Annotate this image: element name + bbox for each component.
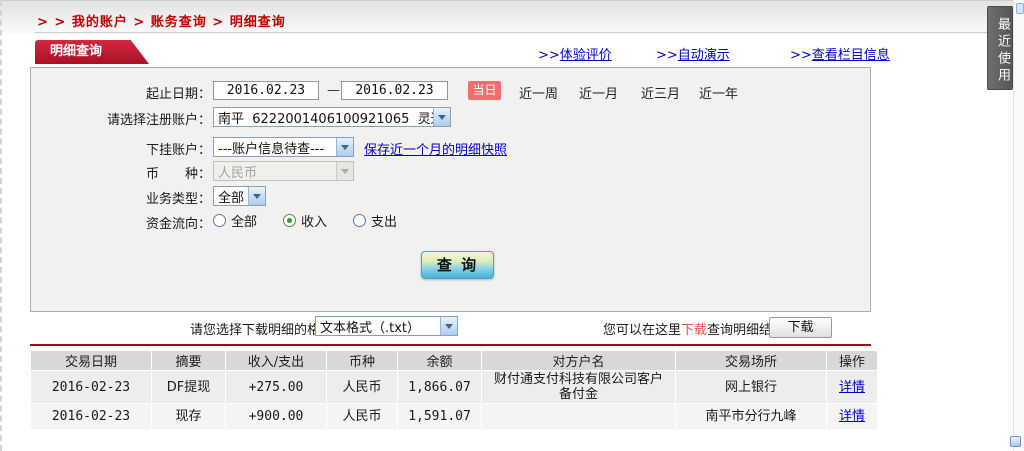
cell-currency: 人民币 — [327, 404, 397, 429]
selected-format-value: 文本格式（.txt） — [320, 320, 421, 336]
date-to-input[interactable] — [341, 81, 448, 100]
download-hint: 您可以在这里下载查询明细结果 — [603, 319, 785, 338]
chevron-down-icon — [336, 138, 353, 156]
cell-date: 2016-02-23 — [31, 404, 151, 429]
radio-all[interactable] — [213, 214, 226, 227]
cell-currency: 人民币 — [327, 371, 397, 403]
transactions-table: 交易日期 摘要 收入/支出 币种 余额 对方户名 交易场所 操作 2016-02… — [30, 350, 878, 430]
biz-type-select[interactable]: 全部 — [213, 186, 266, 206]
cell-counterparty: 财付通支付科技有限公司客户备付金 — [482, 371, 675, 403]
chevron-down-icon — [336, 162, 353, 180]
detail-link[interactable]: 详情 — [839, 380, 865, 395]
link-label: 查看栏目信息 — [811, 48, 890, 63]
col-header-counterparty: 对方户名 — [482, 351, 675, 370]
radio-expense-label: 支出 — [371, 215, 398, 230]
radio-all-label: 全部 — [231, 215, 258, 230]
range-last-3-months[interactable]: 近三月 — [641, 83, 680, 102]
col-header-date: 交易日期 — [31, 351, 151, 370]
cell-amount: +275.00 — [226, 371, 326, 403]
sub-account-select[interactable]: ---账户信息待查--- — [213, 137, 354, 157]
col-header-summary: 摘要 — [152, 351, 225, 370]
chevron-down-icon — [440, 317, 457, 335]
recently-used-side-tab[interactable]: 最近使用 — [987, 6, 1013, 90]
detail-link[interactable]: 详情 — [839, 409, 865, 424]
link-prefix: >> — [790, 48, 812, 63]
range-last-week[interactable]: 近一周 — [519, 83, 558, 102]
table-top-red-line — [30, 344, 871, 346]
right-scroll-strip[interactable] — [1013, 0, 1024, 451]
cell-counterparty — [482, 404, 675, 429]
col-header-amount: 收入/支出 — [226, 351, 326, 370]
download-format-select[interactable]: 文本格式（.txt） — [315, 316, 458, 336]
table-header-row: 交易日期 摘要 收入/支出 币种 余额 对方户名 交易场所 操作 — [31, 351, 877, 370]
radio-income-label: 收入 — [301, 215, 328, 230]
col-header-place: 交易场所 — [676, 351, 826, 370]
registered-account-label: 请选择注册账户： — [106, 113, 211, 128]
tab-detail-query[interactable]: 明细查询 — [35, 40, 149, 64]
selected-sub-account-value: ---账户信息待查--- — [218, 141, 325, 157]
today-button[interactable]: 当日 — [468, 81, 501, 100]
query-form-panel: 起止日期： — 当日 近一周 近一月 近三月 近一年 请选择注册账户： 南平 6… — [30, 67, 871, 312]
breadcrumb-divider — [35, 32, 993, 33]
currency-select: 人民币 — [213, 161, 354, 181]
corner-widget-icon[interactable] — [1016, 3, 1024, 14]
link-experience-rating[interactable]: >>体验评价 — [538, 44, 612, 63]
date-range-label: 起止日期： — [145, 87, 211, 102]
link-auto-demo[interactable]: >>自动演示 — [656, 44, 730, 63]
col-header-action: 操作 — [827, 351, 877, 370]
cell-amount: +900.00 — [226, 404, 326, 429]
query-button[interactable]: 查 询 — [421, 251, 494, 279]
link-label: 体验评价 — [559, 48, 612, 63]
cell-place: 网上银行 — [676, 371, 826, 403]
registered-account-select[interactable]: 南平 6222001406100921065 灵通卡 — [213, 107, 451, 127]
selected-biz-type-value: 全部 — [218, 190, 245, 206]
cell-place: 南平市分行九峰 — [676, 404, 826, 429]
biz-type-label: 业务类型： — [145, 192, 211, 207]
link-view-column-info[interactable]: >>查看栏目信息 — [790, 44, 890, 63]
save-snapshot-link[interactable]: 保存近一个月的明细快照 — [364, 139, 507, 158]
selected-currency-value: 人民币 — [218, 165, 258, 181]
selected-account-value: 南平 6222001406100921065 灵通卡 — [218, 111, 433, 127]
radio-expense[interactable] — [353, 214, 367, 227]
sub-account-label: 下挂账户： — [145, 143, 211, 158]
col-header-balance: 余额 — [398, 351, 481, 370]
date-separator: — — [327, 83, 340, 98]
col-header-currency: 币种 — [327, 351, 397, 370]
radio-income[interactable] — [283, 214, 297, 227]
download-button[interactable]: 下载 — [769, 317, 832, 338]
link-prefix: >> — [656, 48, 678, 63]
chevron-down-icon — [248, 187, 265, 205]
fund-flow-radio-group: 全部 收入 支出 — [213, 211, 397, 230]
date-from-input[interactable] — [213, 81, 319, 100]
range-last-year[interactable]: 近一年 — [699, 83, 738, 102]
cell-date: 2016-02-23 — [31, 371, 151, 403]
breadcrumb: > > 我的账户 > 账务查询 > 明细查询 — [37, 15, 286, 30]
left-dashed-edge — [0, 0, 2, 451]
link-prefix: >> — [538, 48, 560, 63]
scroll-corner-icon[interactable] — [1010, 436, 1021, 447]
fund-flow-label: 资金流向： — [145, 217, 211, 232]
page: > > 我的账户 > 账务查询 > 明细查询 明细查询 >>体验评价 >>自动演… — [0, 0, 1024, 451]
range-last-month[interactable]: 近一月 — [579, 83, 618, 102]
chevron-down-icon — [433, 108, 450, 126]
table-row: 2016-02-23 DF提现 +275.00 人民币 1,866.07 财付通… — [31, 371, 877, 403]
cell-summary: DF提现 — [152, 371, 225, 403]
hint-prefix: 您可以在这里 — [603, 323, 682, 338]
cell-balance: 1,866.07 — [398, 371, 481, 403]
hint-download-word: 下载 — [681, 323, 708, 338]
link-label: 自动演示 — [677, 48, 730, 63]
cell-summary: 现存 — [152, 404, 225, 429]
table-row: 2016-02-23 现存 +900.00 人民币 1,591.07 南平市分行… — [31, 404, 877, 429]
cell-balance: 1,591.07 — [398, 404, 481, 429]
currency-label: 币 种： — [145, 167, 211, 182]
download-format-label: 请您选择下载明细的格式 — [190, 323, 334, 338]
